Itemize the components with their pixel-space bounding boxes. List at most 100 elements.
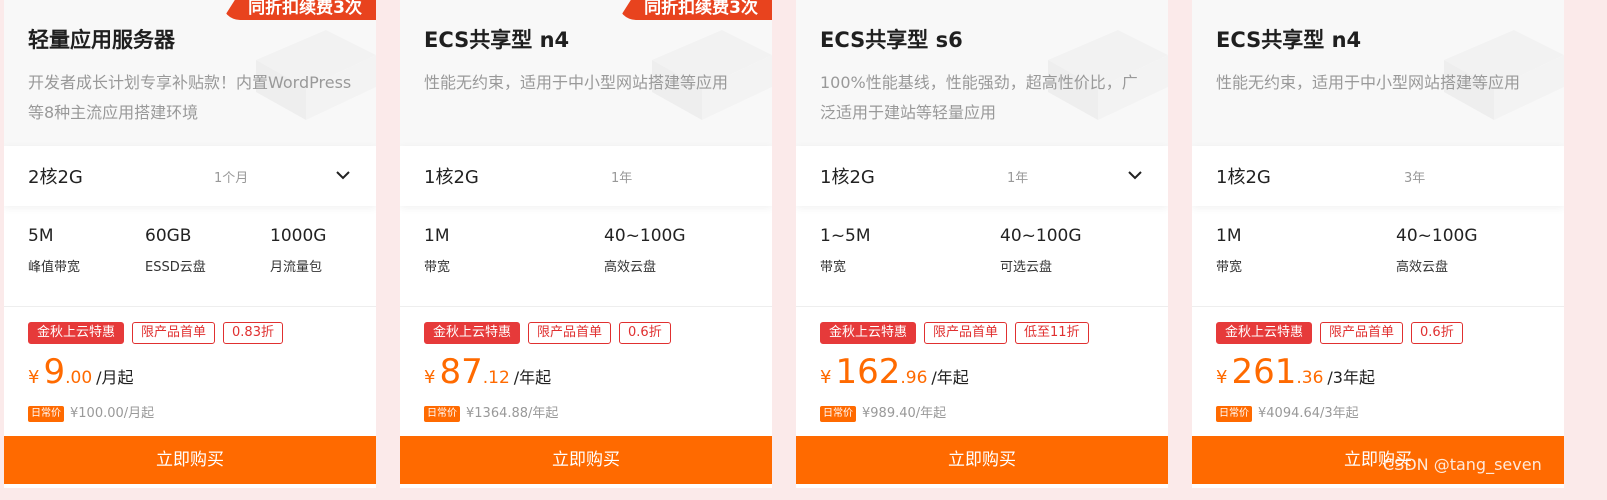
promo-tag: 限产品首单: [528, 322, 612, 344]
product-description: 开发者成长计划专享补贴款！内置WordPress等8种主流应用搭建环境: [28, 73, 352, 122]
price-decimal: .96: [900, 368, 928, 388]
price: ¥261.36/3年起: [1216, 352, 1375, 392]
spec-selector[interactable]: 1核2G 1年: [796, 146, 1168, 206]
product-title: ECS共享型 n4: [1216, 28, 1362, 52]
spec-disk: 60GB ESSD云盘: [145, 226, 206, 275]
promo-tag: 限产品首单: [1320, 322, 1404, 344]
price-unit: /年起: [931, 368, 969, 387]
period-value: 1个月: [214, 171, 249, 186]
spec-list: 1M 带宽 40~100G 高效云盘: [1192, 206, 1564, 307]
price: ¥9.00/月起: [28, 352, 134, 392]
product-card-4: ECS共享型 n4 性能无约束，适用于中小型网站搭建等应用 1核2G 3年 1M…: [1192, 0, 1564, 488]
spec-disk: 40~100G 高效云盘: [1396, 226, 1478, 275]
original-price: 日常价 ¥989.40/年起: [820, 402, 946, 422]
spec-item-value: 1M: [1216, 226, 1242, 246]
period-value: 3年: [1404, 171, 1426, 186]
promo-tags: 金秋上云特惠 限产品首单 0.6折: [424, 322, 679, 344]
product-card-1: 同折扣续费3次 轻量应用服务器 开发者成长计划专享补贴款！内置WordPress…: [4, 0, 376, 488]
promo-tag: 限产品首单: [132, 322, 216, 344]
spec-item-label: 高效云盘: [604, 260, 657, 275]
spec-disk: 40~100G 高效云盘: [604, 226, 686, 275]
spec-item-label: 带宽: [1216, 260, 1243, 275]
watermark: CSDN @tang_seven: [1383, 455, 1542, 474]
currency-symbol: ¥: [1216, 367, 1228, 388]
product-description: 性能无约束，适用于中小型网站搭建等应用: [1216, 73, 1521, 92]
original-price-text: ¥100.00/月起: [70, 406, 155, 421]
discount-tag: 0.83折: [223, 322, 283, 344]
price-integer: 87: [439, 352, 483, 392]
spec-selector[interactable]: 1核2G 1年: [400, 146, 772, 206]
card-header: 同折扣续费3次 ECS共享型 n4 性能无约束，适用于中小型网站搭建等应用: [400, 0, 772, 146]
card-header: 同折扣续费3次 轻量应用服务器 开发者成长计划专享补贴款！内置WordPress…: [4, 0, 376, 146]
promo-tags: 金秋上云特惠 限产品首单 0.83折: [28, 322, 291, 344]
spec-item-label: ESSD云盘: [145, 260, 206, 275]
regular-price-badge: 日常价: [28, 405, 64, 422]
promo-tag: 金秋上云特惠: [28, 322, 125, 344]
spec-item-label: 带宽: [820, 260, 847, 275]
price-decimal: .36: [1296, 368, 1324, 388]
promo-tag: 金秋上云特惠: [820, 322, 917, 344]
product-description: 100%性能基线，性能强劲，超高性价比，广泛适用于建站等轻量应用: [820, 73, 1138, 122]
renewal-ribbon: 同折扣续费3次: [222, 0, 376, 20]
product-card-3: ECS共享型 s6 100%性能基线，性能强劲，超高性价比，广泛适用于建站等轻量…: [796, 0, 1168, 488]
spec-item-label: 高效云盘: [1396, 260, 1449, 275]
discount-tag: 0.6折: [1411, 322, 1463, 344]
promo-tag: 金秋上云特惠: [424, 322, 521, 344]
product-card-2: 同折扣续费3次 ECS共享型 n4 性能无约束，适用于中小型网站搭建等应用 1核…: [400, 0, 772, 488]
spec-selector[interactable]: 1核2G 3年: [1192, 146, 1564, 206]
product-description: 性能无约束，适用于中小型网站搭建等应用: [424, 73, 729, 92]
spec-item-value: 1000G: [270, 226, 327, 246]
original-price: 日常价 ¥100.00/月起: [28, 402, 154, 422]
spec-item-value: 60GB: [145, 226, 192, 246]
buy-now-button[interactable]: 立即购买: [796, 436, 1168, 484]
spec-item-value: 40~100G: [604, 226, 686, 246]
spec-list: 5M 峰值带宽 60GB ESSD云盘 1000G 月流量包: [4, 206, 376, 307]
renewal-ribbon: 同折扣续费3次: [618, 0, 772, 20]
regular-price-badge: 日常价: [820, 405, 856, 422]
spec-item-value: 40~100G: [1396, 226, 1478, 246]
original-price-text: ¥989.40/年起: [862, 406, 947, 421]
promo-tags: 金秋上云特惠 限产品首单 0.6折: [1216, 322, 1471, 344]
currency-symbol: ¥: [424, 367, 436, 388]
promo-tag: 限产品首单: [924, 322, 1008, 344]
original-price: 日常价 ¥1364.88/年起: [424, 402, 558, 422]
spec-item-label: 可选云盘: [1000, 260, 1053, 275]
spec-bandwidth: 5M 峰值带宽: [28, 226, 80, 275]
product-title: 轻量应用服务器: [28, 28, 175, 52]
price-integer: 162: [835, 352, 901, 392]
price-decimal: .00: [65, 368, 93, 388]
buy-now-button[interactable]: 立即购买: [400, 436, 772, 484]
spec-item-label: 带宽: [424, 260, 451, 275]
discount-tag: 低至11折: [1015, 322, 1089, 344]
spec-list: 1~5M 带宽 40~100G 可选云盘: [796, 206, 1168, 307]
price-integer: 9: [43, 352, 66, 392]
spec-item-value: 1M: [424, 226, 450, 246]
chevron-down-icon[interactable]: [334, 166, 352, 184]
currency-symbol: ¥: [28, 367, 40, 388]
price-unit: /3年起: [1327, 368, 1375, 387]
spec-value: 1核2G: [424, 167, 479, 188]
discount-tag: 0.6折: [619, 322, 671, 344]
spec-bandwidth: 1M 带宽: [424, 226, 450, 275]
spec-list: 1M 带宽 40~100G 高效云盘: [400, 206, 772, 307]
spec-value: 1核2G: [1216, 167, 1271, 188]
spec-value: 1核2G: [820, 167, 875, 188]
spec-traffic: 1000G 月流量包: [270, 226, 326, 275]
spec-selector[interactable]: 2核2G 1个月: [4, 146, 376, 206]
period-value: 1年: [611, 171, 633, 186]
original-price-text: ¥4094.64/3年起: [1258, 406, 1359, 421]
spec-bandwidth: 1M 带宽: [1216, 226, 1242, 275]
currency-symbol: ¥: [820, 367, 832, 388]
promo-tags: 金秋上云特惠 限产品首单 低至11折: [820, 322, 1097, 344]
promo-tag: 金秋上云特惠: [1216, 322, 1313, 344]
product-title: ECS共享型 s6: [820, 28, 963, 52]
buy-now-button[interactable]: 立即购买: [4, 436, 376, 484]
period-value: 1年: [1007, 171, 1029, 186]
regular-price-badge: 日常价: [1216, 405, 1252, 422]
card-header: ECS共享型 s6 100%性能基线，性能强劲，超高性价比，广泛适用于建站等轻量…: [796, 0, 1168, 146]
spec-bandwidth: 1~5M 带宽: [820, 226, 871, 275]
chevron-down-icon[interactable]: [1126, 166, 1144, 184]
spec-item-label: 月流量包: [270, 260, 323, 275]
spec-item-value: 40~100G: [1000, 226, 1082, 246]
card-header: ECS共享型 n4 性能无约束，适用于中小型网站搭建等应用: [1192, 0, 1564, 146]
